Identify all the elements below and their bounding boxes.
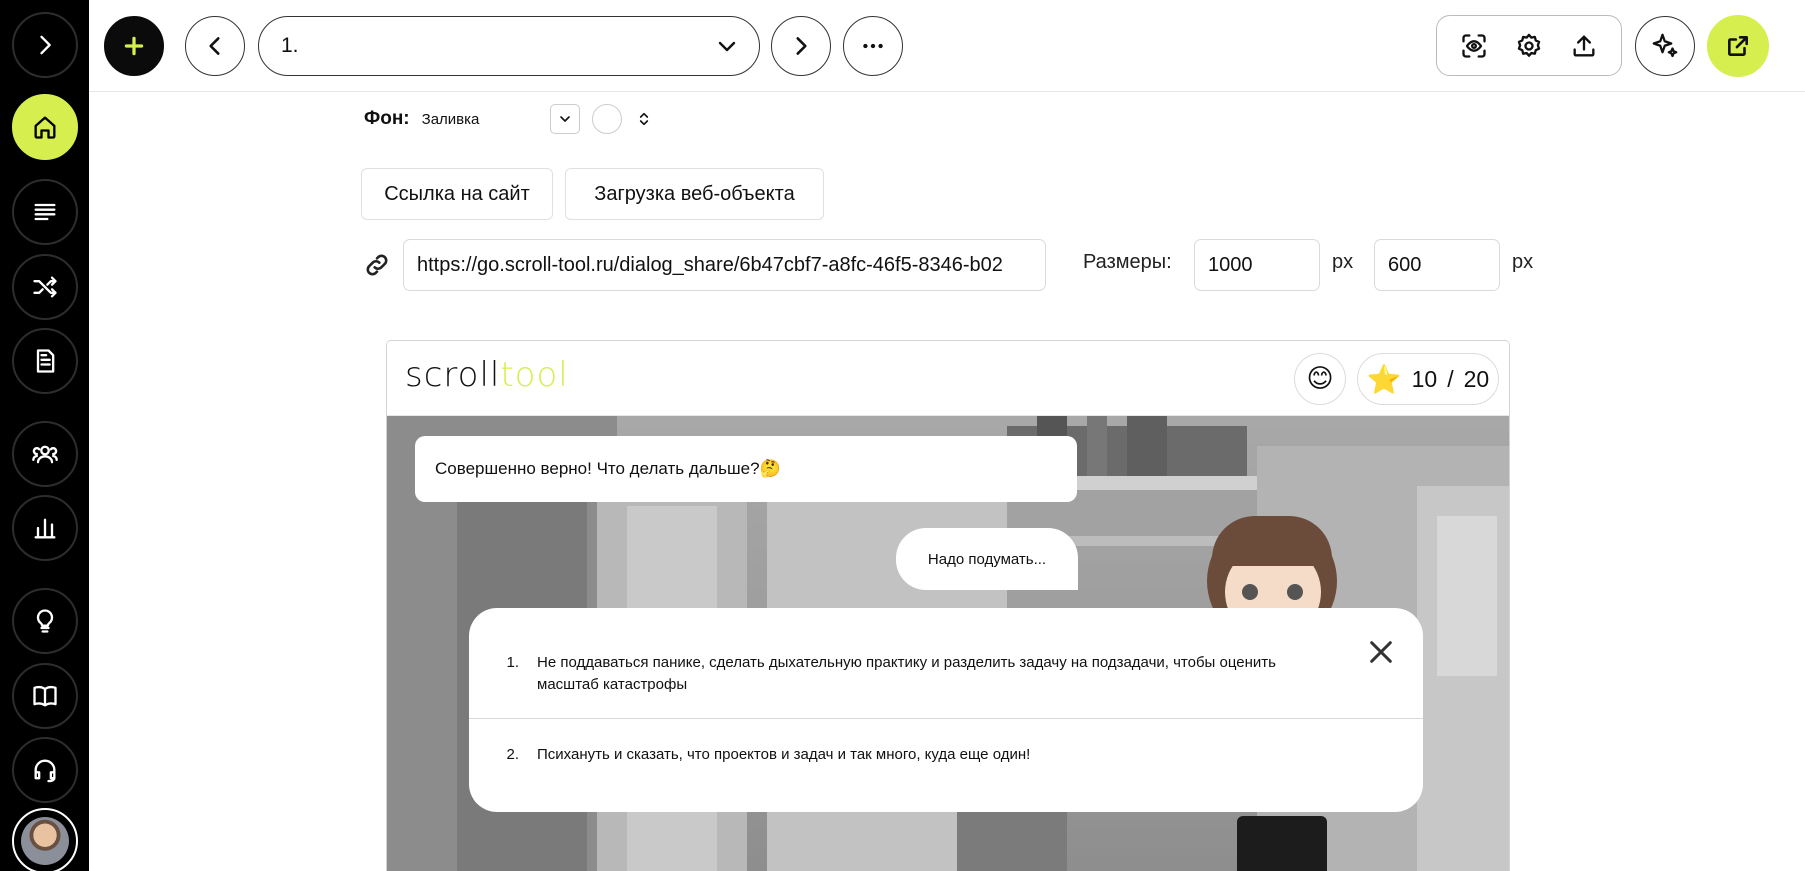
background-setting-row: Фон: Заливка [364, 104, 656, 134]
publish-button[interactable] [1707, 15, 1769, 77]
next-slide-button[interactable] [771, 16, 831, 76]
width-unit: px [1332, 251, 1354, 273]
chevron-right-icon [796, 37, 807, 55]
tab-web-object-upload[interactable]: Загрузка веб-объекта [565, 168, 824, 220]
background-value: Заливка [421, 110, 480, 128]
url-input[interactable]: https://go.scroll-tool.ru/dialog_share/6… [403, 239, 1046, 291]
width-input[interactable]: 1000 [1194, 239, 1320, 291]
score-current: 10 [1411, 365, 1438, 392]
sparkles-icon [1652, 33, 1678, 58]
chevron-down-icon [559, 116, 570, 122]
score-separator: / [1447, 365, 1454, 392]
avatar-photo [21, 817, 69, 865]
answer-number: 1. [506, 654, 519, 671]
chevron-up-down-icon [639, 112, 648, 126]
logo-part-scroll: scroll [405, 355, 501, 395]
bar-chart-icon [34, 518, 56, 539]
smiley-icon: 😊 [1306, 364, 1334, 394]
preview-button[interactable] [1453, 25, 1495, 67]
headset-icon [34, 759, 56, 783]
scrolltool-logo: scrolltool [405, 355, 569, 395]
size-label: Размеры: [1083, 251, 1172, 273]
add-slide-button[interactable] [104, 16, 164, 76]
emoji-button[interactable]: 😊 [1294, 353, 1346, 405]
dialog-preview-frame: scrolltool 😊 ⭐ 10 / 20 Совершенно верно!… [386, 340, 1510, 871]
sidebar-item-support[interactable] [12, 737, 78, 803]
answer-option[interactable]: 2. Психануть и сказать, что проектов и з… [469, 744, 1423, 766]
document-icon [36, 349, 55, 373]
plus-icon [124, 36, 144, 56]
link-icon [363, 251, 391, 279]
upload-icon [1573, 35, 1595, 56]
shuffle-icon [33, 276, 57, 298]
upload-button[interactable] [1563, 25, 1605, 67]
user-message-bubble: Надо подумать... [896, 528, 1078, 590]
background-type-select[interactable] [549, 104, 580, 134]
ai-assistant-button[interactable] [1635, 16, 1695, 76]
preview-header: scrolltool 😊 ⭐ 10 / 20 [387, 341, 1509, 416]
slide-select[interactable]: 1. [258, 16, 760, 76]
logo-part-tool: tool [500, 355, 569, 395]
left-sidebar [0, 0, 89, 871]
background-color-picker[interactable] [591, 104, 622, 134]
answer-number: 2. [506, 746, 519, 763]
score-badge: ⭐ 10 / 20 [1357, 353, 1499, 405]
sidebar-item-home[interactable] [12, 94, 78, 160]
lightbulb-icon [36, 609, 54, 633]
settings-button[interactable] [1508, 25, 1550, 67]
users-icon [32, 445, 58, 464]
sidebar-expand-button[interactable] [12, 12, 78, 78]
more-dots-icon [863, 43, 883, 49]
home-icon [34, 116, 56, 139]
sidebar-item-branching[interactable] [12, 254, 78, 320]
chevron-left-icon [209, 37, 220, 55]
chevron-down-icon [718, 41, 736, 52]
sidebar-item-documents[interactable] [12, 328, 78, 394]
sidebar-item-content[interactable] [12, 179, 78, 245]
sidebar-item-ideas[interactable] [12, 588, 78, 654]
tab-site-link[interactable]: Ссылка на сайт [361, 168, 553, 220]
list-icon [34, 203, 56, 221]
user-avatar[interactable] [12, 808, 78, 871]
sidebar-item-users[interactable] [12, 421, 78, 487]
slide-select-value: 1. [281, 34, 299, 57]
office-background-scene: Совершенно верно! Что делать дальше?🤔 На… [387, 416, 1509, 871]
star-icon: ⭐ [1366, 363, 1402, 395]
background-label: Фон: [364, 108, 410, 129]
answer-divider [469, 718, 1423, 719]
sidebar-item-knowledge-base[interactable] [12, 663, 78, 729]
answer-options-panel: 1. Не поддаваться панике, сделать дыхате… [469, 608, 1423, 812]
bot-message-bubble: Совершенно верно! Что делать дальше?🤔 [415, 436, 1077, 502]
background-stepper[interactable] [632, 104, 656, 134]
external-link-icon [1728, 36, 1748, 56]
chevron-right-icon [40, 35, 51, 55]
top-toolbar: 1. [89, 0, 1805, 92]
view-tools-group [1436, 15, 1622, 76]
close-icon [1370, 641, 1392, 663]
answer-text: Психануть и сказать, что проектов и зада… [537, 746, 1031, 763]
score-total: 20 [1463, 365, 1490, 392]
close-answers-button[interactable] [1365, 636, 1397, 668]
sidebar-item-analytics[interactable] [12, 495, 78, 561]
answer-text: Не поддаваться панике, сделать дыхательн… [537, 654, 1276, 693]
answer-option[interactable]: 1. Не поддаваться панике, сделать дыхате… [469, 652, 1423, 696]
preview-eye-icon [1462, 33, 1486, 58]
gear-icon [1517, 33, 1541, 57]
book-icon [33, 685, 57, 707]
previous-slide-button[interactable] [185, 16, 245, 76]
height-input[interactable]: 600 [1374, 239, 1500, 291]
more-options-button[interactable] [843, 16, 903, 76]
height-unit: px [1512, 251, 1534, 273]
